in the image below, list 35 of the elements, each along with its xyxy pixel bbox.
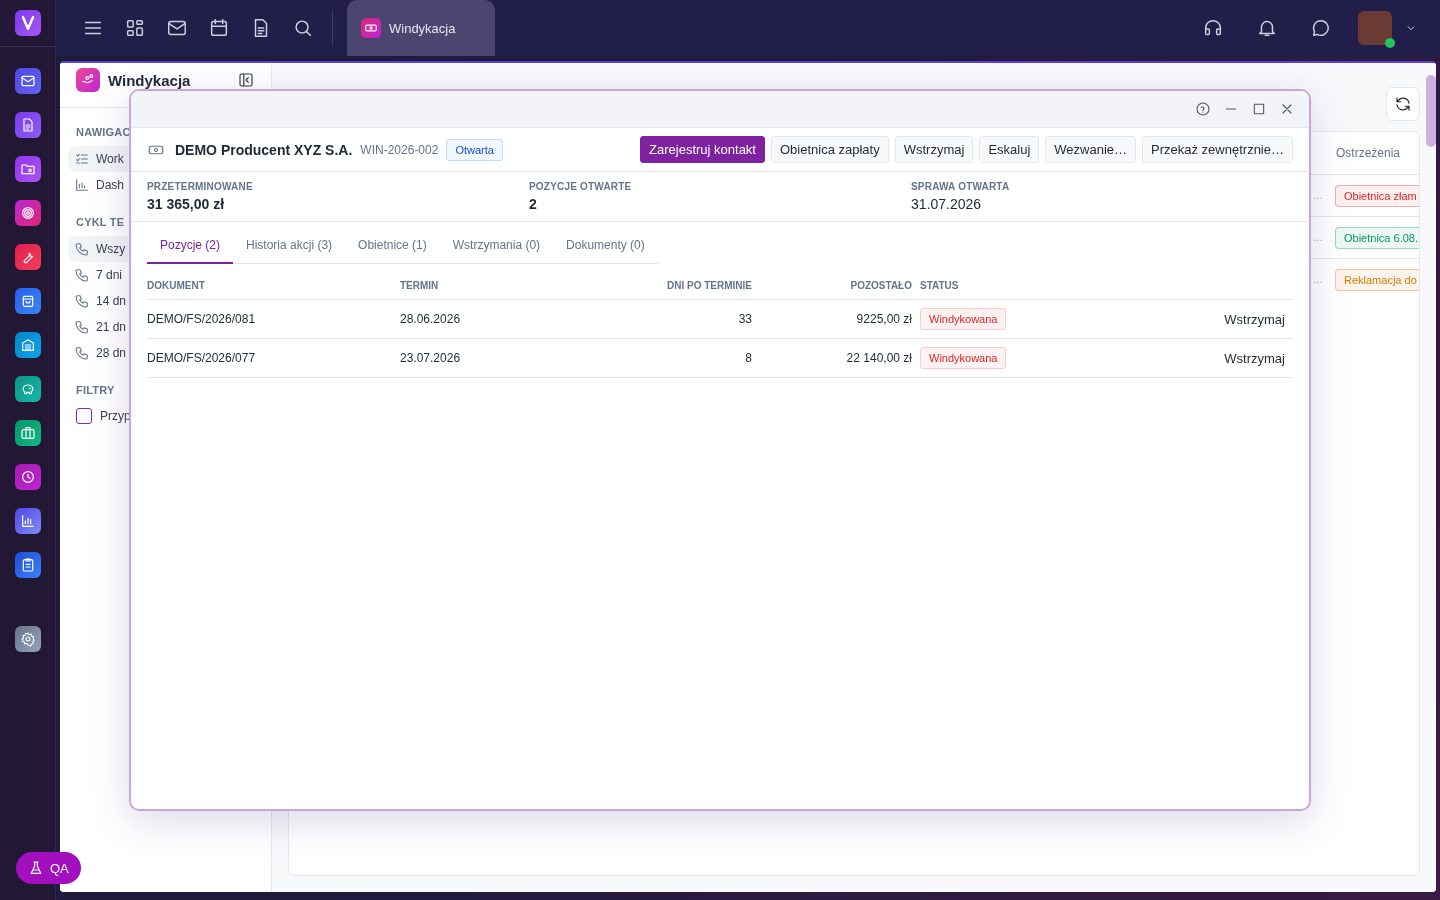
section-heading: CYKL TE	[76, 216, 125, 228]
column-header: DOKUMENT	[147, 280, 205, 291]
column-header: TERMIN	[400, 280, 439, 291]
warning-tag: Obietnica 6.08.	[1335, 226, 1419, 249]
column-header: Ostrzeżenia	[1336, 145, 1402, 162]
stat-label: POZYCJE OTWARTE	[529, 181, 633, 192]
section-heading: NAWIGAC	[76, 126, 131, 138]
table-cell: 33	[738, 312, 752, 326]
table-cell: 8	[745, 351, 752, 365]
table-cell: 28.06.2026	[400, 312, 461, 326]
status-badge: Windykowana	[920, 347, 1007, 369]
section-heading: FILTRY	[76, 384, 115, 396]
column-header: DNI PO TERMINIE	[667, 280, 752, 291]
sidebar-title: Windykacja	[108, 71, 191, 89]
table-cell: DEMO/FS/2026/077	[147, 351, 256, 365]
case-number: WIN-2026-002	[360, 142, 439, 157]
table-cell: 9225,00 zł	[856, 312, 912, 326]
table-cell: 23.07.2026	[400, 351, 461, 365]
stat-label: PRZETERMINOWANE	[147, 181, 254, 192]
status-badge: Otwarta	[446, 138, 503, 161]
stat-value: 2	[529, 196, 538, 212]
table-cell: 22 140,00 zł	[846, 351, 912, 365]
stat-label: SPRAWA OTWARTA	[911, 181, 1011, 192]
warning-tag: Obietnica złam	[1335, 184, 1419, 207]
stat-value: 31.07.2026	[911, 196, 983, 212]
warning-tag: Reklamacja do	[1335, 268, 1419, 291]
table-cell: …	[1313, 232, 1323, 243]
column-header: STATUS	[920, 280, 959, 291]
table-cell: DEMO/FS/2026/081	[147, 312, 256, 326]
client-name: DEMO Producent XYZ S.A.	[175, 141, 353, 158]
column-header: POZOSTAŁO	[850, 280, 912, 291]
table-cell: …	[1313, 190, 1323, 201]
status-badge: Windykowana	[920, 308, 1007, 330]
table-cell: …	[1313, 274, 1323, 285]
stat-value: 31 365,00 zł	[147, 196, 226, 212]
